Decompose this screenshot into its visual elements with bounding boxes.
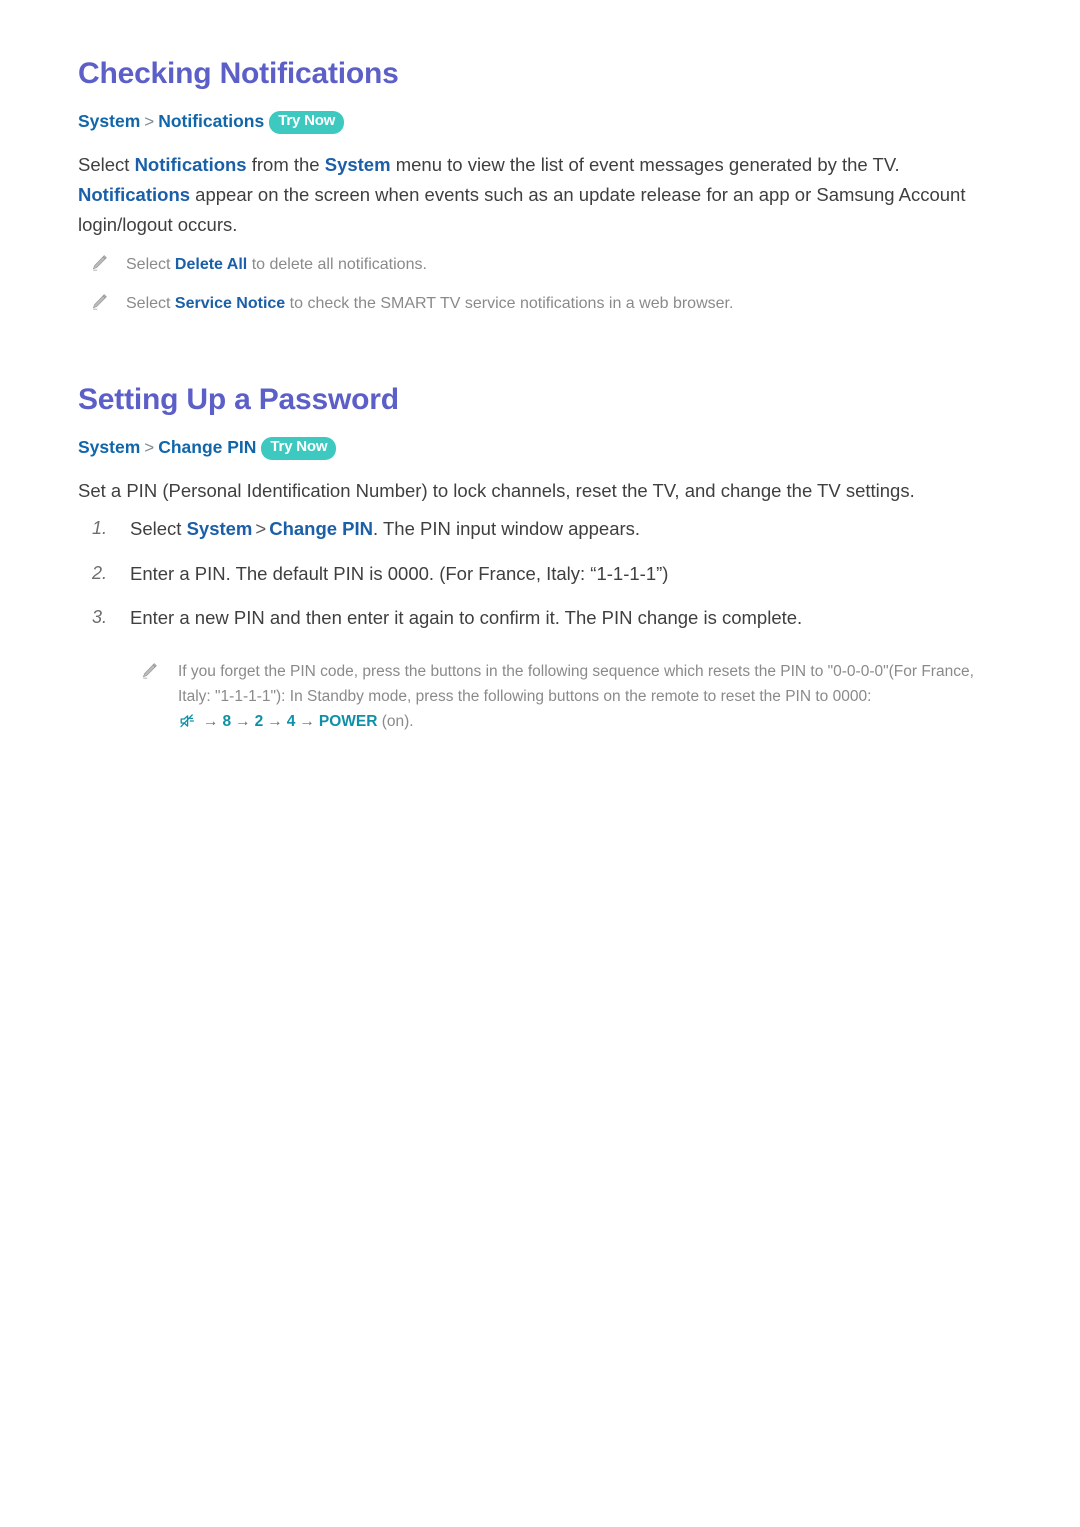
paragraph-text-part-1: Select bbox=[78, 153, 135, 175]
chevron-right-icon: > bbox=[255, 517, 267, 539]
note-text: If you forget the PIN code, press the bu… bbox=[178, 662, 974, 705]
inline-link-system[interactable]: System bbox=[187, 518, 253, 539]
remote-key-8: 8 bbox=[222, 712, 232, 730]
pencil-icon bbox=[90, 254, 108, 272]
breadcrumb-item-notifications[interactable]: Notifications bbox=[158, 111, 264, 131]
page-title-checking-notifications: Checking Notifications bbox=[78, 57, 399, 90]
arrow-icon-4: → bbox=[299, 712, 315, 730]
inline-link-notifications-1[interactable]: Notifications bbox=[135, 154, 247, 175]
intro-paragraph-notifications: Select Notifications from the System men… bbox=[78, 150, 1002, 240]
breadcrumb-item-system[interactable]: System bbox=[78, 437, 140, 457]
page-title-setting-up-a-password: Setting Up a Password bbox=[78, 383, 399, 417]
remote-button-sequence: → 8 → 2 → 4 → POWER bbox=[178, 713, 377, 730]
note-text-suffix: (on). bbox=[377, 712, 414, 730]
step-text-pre: Select bbox=[130, 517, 187, 539]
section-checking-notifications: Checking Notifications System > Notificati… bbox=[78, 56, 1002, 316]
breadcrumb-item-system[interactable]: System bbox=[78, 111, 140, 131]
document-page: Checking Notifications System > Notificati… bbox=[0, 0, 1080, 1527]
mute-icon bbox=[180, 711, 197, 728]
step-item-3: Enter a new PIN and then enter it again … bbox=[78, 603, 1002, 633]
section-divider-space bbox=[78, 316, 1002, 382]
note-list-notifications: Select Delete All to delete all notifica… bbox=[78, 252, 1002, 317]
note-text-pre: Select bbox=[126, 255, 175, 273]
breadcrumb-notifications: System > Notifications Try Now bbox=[78, 110, 1002, 136]
step-text: Enter a new PIN and then enter it again … bbox=[130, 607, 803, 629]
remote-key-power: POWER bbox=[318, 712, 378, 730]
note-item-delete-all: Select Delete All to delete all notifica… bbox=[78, 252, 1002, 277]
pencil-icon bbox=[140, 662, 158, 680]
arrow-icon-2: → bbox=[235, 712, 251, 730]
note-item-pin-reset-sequence: If you forget the PIN code, press the bu… bbox=[130, 659, 1002, 734]
inline-link-service-notice[interactable]: Service Notice bbox=[175, 295, 285, 312]
intro-paragraph-password: Set a PIN (Personal Identification Numbe… bbox=[78, 479, 915, 501]
inline-link-notifications-2[interactable]: Notifications bbox=[78, 184, 190, 205]
step-item-2: Enter a PIN. The default PIN is 0000. (F… bbox=[78, 559, 1002, 589]
step-text-post: . The PIN input window appears. bbox=[373, 517, 641, 539]
note-item-service-notice: Select Service Notice to check the SMART… bbox=[78, 291, 1002, 316]
inline-link-change-pin[interactable]: Change PIN bbox=[269, 518, 373, 539]
remote-key-4: 4 bbox=[286, 712, 296, 730]
breadcrumb-change-pin: System > Change PIN Try Now bbox=[78, 436, 1002, 462]
step-item-1: Select System > Change PIN. The PIN input … bbox=[78, 514, 1002, 544]
step-text: Enter a PIN. The default PIN is 0000. (F… bbox=[130, 562, 669, 584]
breadcrumb-item-change-pin[interactable]: Change PIN bbox=[158, 437, 256, 457]
inline-link-delete-all[interactable]: Delete All bbox=[175, 256, 247, 273]
inline-link-system[interactable]: System bbox=[325, 154, 391, 175]
paragraph-text-part-4: appear on the screen when events such as… bbox=[78, 183, 966, 235]
chevron-right-icon: > bbox=[144, 438, 155, 458]
arrow-icon-3: → bbox=[267, 712, 283, 730]
note-text-post: to check the SMART TV service notificati… bbox=[285, 294, 734, 312]
note-text-pre: Select bbox=[126, 294, 175, 312]
remote-key-2: 2 bbox=[254, 712, 264, 730]
try-now-badge[interactable]: Try Now bbox=[269, 111, 345, 134]
try-now-badge[interactable]: Try Now bbox=[261, 437, 337, 460]
section-setting-up-a-password: Setting Up a Password System > Change PIN T… bbox=[78, 382, 1002, 734]
paragraph-text-part-2: from the bbox=[246, 153, 325, 175]
step-list-change-pin: Select System > Change PIN. The PIN input … bbox=[78, 514, 1002, 633]
pencil-icon bbox=[90, 293, 108, 311]
note-text-post: to delete all notifications. bbox=[247, 255, 427, 273]
arrow-icon-1: → bbox=[203, 712, 219, 730]
chevron-right-icon: > bbox=[144, 112, 155, 131]
paragraph-text-part-3: menu to view the list of event messages … bbox=[390, 153, 900, 175]
